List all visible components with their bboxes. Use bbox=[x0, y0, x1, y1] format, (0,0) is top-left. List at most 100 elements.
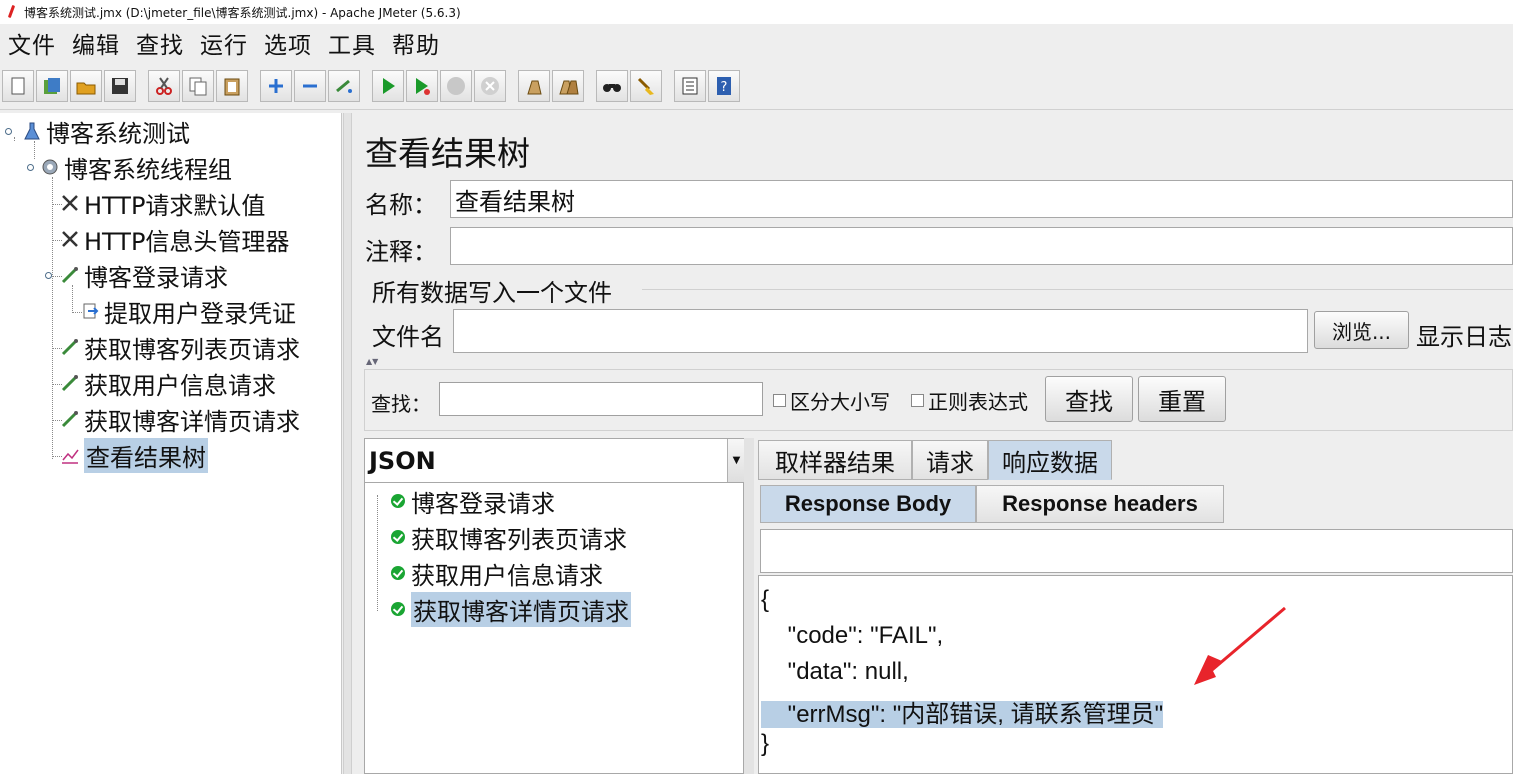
window-titlebar: 博客系统测试.jmx (D:\jmeter_file\博客系统测试.jmx) -… bbox=[0, 0, 1513, 24]
name-field[interactable]: 查看结果树 bbox=[450, 180, 1513, 218]
tree-node-extract-credential[interactable]: 提取用户登录凭证 bbox=[80, 295, 296, 328]
extractor-icon bbox=[80, 301, 100, 321]
clear-all-button[interactable] bbox=[552, 70, 584, 102]
tree-toggle-root[interactable] bbox=[5, 128, 12, 135]
collapse-arrows-icon[interactable]: ▲▼ bbox=[366, 357, 378, 366]
open-icon bbox=[76, 82, 96, 95]
clear-all-icon bbox=[559, 80, 579, 95]
code-line-highlighted: "errMsg": "内部错误, 请联系管理员" bbox=[761, 694, 1164, 729]
renderer-select[interactable]: JSON ▼ bbox=[365, 439, 745, 483]
save-button[interactable] bbox=[104, 70, 136, 102]
tree-node-label: HTTP请求默认值 bbox=[84, 191, 266, 220]
tree-node-label: 获取博客详情页请求 bbox=[84, 407, 300, 436]
filename-field[interactable] bbox=[453, 309, 1308, 353]
tree-node-label: 获取博客列表页请求 bbox=[84, 335, 300, 364]
tree-node-view-results-tree[interactable]: 查看结果树 bbox=[60, 437, 208, 473]
start-button[interactable] bbox=[372, 70, 404, 102]
reset-button[interactable]: 重置 bbox=[1138, 376, 1226, 422]
new-icon bbox=[11, 77, 25, 95]
sample-item[interactable]: 获取博客列表页请求 bbox=[391, 521, 627, 554]
tab-sampler-result[interactable]: 取样器结果 bbox=[758, 440, 912, 480]
browse-button[interactable]: 浏览... bbox=[1314, 311, 1409, 349]
tree-toggle-login[interactable] bbox=[45, 272, 52, 279]
subtab-response-body[interactable]: Response Body bbox=[760, 485, 976, 523]
reset-search-icon bbox=[637, 77, 654, 95]
code-line: "data": null, bbox=[761, 658, 909, 685]
expand-button[interactable] bbox=[260, 70, 292, 102]
cut-button[interactable] bbox=[148, 70, 180, 102]
tree-node-blog-detail-request[interactable]: 获取博客详情页请求 bbox=[60, 403, 300, 436]
open-button[interactable] bbox=[70, 70, 102, 102]
show-log-label[interactable]: 显示日志 bbox=[1416, 317, 1512, 352]
new-button[interactable] bbox=[2, 70, 34, 102]
success-shield-icon bbox=[391, 566, 405, 580]
tree-node-blog-list-request[interactable]: 获取博客列表页请求 bbox=[60, 331, 300, 364]
tree-node-header-manager[interactable]: HTTP信息头管理器 bbox=[60, 223, 289, 256]
reset-search-button[interactable] bbox=[630, 70, 662, 102]
checkbox-box bbox=[911, 394, 924, 407]
collapse-icon bbox=[303, 84, 317, 88]
pipette-icon bbox=[60, 373, 80, 393]
help-button[interactable]: ? bbox=[708, 70, 740, 102]
tree-toggle-thread-group[interactable] bbox=[27, 164, 34, 171]
menu-file[interactable]: 文件 bbox=[8, 26, 56, 60]
tree-splitter[interactable] bbox=[343, 113, 352, 774]
stop-button[interactable] bbox=[440, 70, 472, 102]
search-bar: 查找： 区分大小写 正则表达式 查找 重置 bbox=[364, 369, 1513, 431]
tree-node-user-info-request[interactable]: 获取用户信息请求 bbox=[60, 367, 276, 400]
cut-icon bbox=[156, 77, 172, 95]
sample-label: 获取用户信息请求 bbox=[411, 561, 603, 590]
sample-item[interactable]: 获取用户信息请求 bbox=[391, 557, 603, 590]
renderer-value: JSON bbox=[369, 446, 436, 475]
tree-node-test-plan[interactable]: 博客系统测试 bbox=[22, 115, 190, 148]
search-icon bbox=[603, 84, 621, 92]
results-splitter[interactable] bbox=[744, 438, 754, 774]
templates-button[interactable] bbox=[36, 70, 68, 102]
toggle-icon bbox=[336, 79, 352, 93]
test-plan-tree: 博客系统测试 博客系统线程组 HTTP请求默认值 HTTP信息头管理器 博客登录… bbox=[0, 113, 342, 774]
name-label: 名称： bbox=[365, 191, 437, 219]
sample-item[interactable]: 博客登录请求 bbox=[391, 485, 555, 518]
menu-run[interactable]: 运行 bbox=[200, 26, 248, 60]
function-helper-icon bbox=[682, 77, 698, 95]
response-body[interactable]: { "code": "FAIL", "data": null, "errMsg"… bbox=[758, 575, 1513, 774]
tree-node-thread-group[interactable]: 博客系统线程组 bbox=[40, 151, 232, 184]
regex-checkbox[interactable]: 正则表达式 bbox=[911, 386, 1028, 415]
collapse-button[interactable] bbox=[294, 70, 326, 102]
copy-button[interactable] bbox=[182, 70, 214, 102]
tab-response-data[interactable]: 响应数据 bbox=[988, 440, 1112, 480]
result-detail-tabs: 取样器结果 请求 响应数据 Response Body Response hea… bbox=[754, 438, 1513, 774]
search-input[interactable] bbox=[439, 382, 763, 416]
menu-search[interactable]: 查找 bbox=[136, 26, 184, 60]
tree-node-label: 博客登录请求 bbox=[84, 263, 228, 292]
start-no-pause-button[interactable] bbox=[406, 70, 438, 102]
case-sensitive-checkbox[interactable]: 区分大小写 bbox=[773, 386, 890, 415]
clear-button[interactable] bbox=[518, 70, 550, 102]
search-button[interactable] bbox=[596, 70, 628, 102]
find-button[interactable]: 查找 bbox=[1045, 376, 1133, 422]
shutdown-icon bbox=[481, 77, 499, 95]
menu-help[interactable]: 帮助 bbox=[392, 26, 440, 60]
success-shield-icon bbox=[391, 530, 405, 544]
paste-button[interactable] bbox=[216, 70, 248, 102]
comment-field[interactable] bbox=[450, 227, 1513, 265]
chevron-down-icon[interactable]: ▼ bbox=[727, 439, 745, 482]
menu-tools[interactable]: 工具 bbox=[328, 26, 376, 60]
sample-results-list: JSON ▼ 博客登录请求 获取博客列表页请求 获取用户信息请求 获取博客详情页… bbox=[364, 438, 745, 774]
toggle-button[interactable] bbox=[328, 70, 360, 102]
subtab-response-headers[interactable]: Response headers bbox=[976, 485, 1224, 523]
checkbox-label: 区分大小写 bbox=[790, 390, 890, 414]
response-search-input[interactable] bbox=[760, 529, 1513, 573]
function-helper-button[interactable] bbox=[674, 70, 706, 102]
sample-label: 获取博客列表页请求 bbox=[411, 525, 627, 554]
sample-item-selected[interactable]: 获取博客详情页请求 bbox=[391, 591, 631, 627]
clear-icon bbox=[527, 80, 542, 95]
tree-node-login-request[interactable]: 博客登录请求 bbox=[60, 259, 228, 292]
tree-node-http-defaults[interactable]: HTTP请求默认值 bbox=[60, 187, 266, 220]
menu-edit[interactable]: 编辑 bbox=[72, 26, 120, 60]
tab-request[interactable]: 请求 bbox=[912, 440, 988, 480]
shutdown-button[interactable] bbox=[474, 70, 506, 102]
code-line: "code": "FAIL", bbox=[761, 622, 944, 649]
menu-options[interactable]: 选项 bbox=[264, 26, 312, 60]
comment-label: 注释： bbox=[365, 238, 437, 266]
